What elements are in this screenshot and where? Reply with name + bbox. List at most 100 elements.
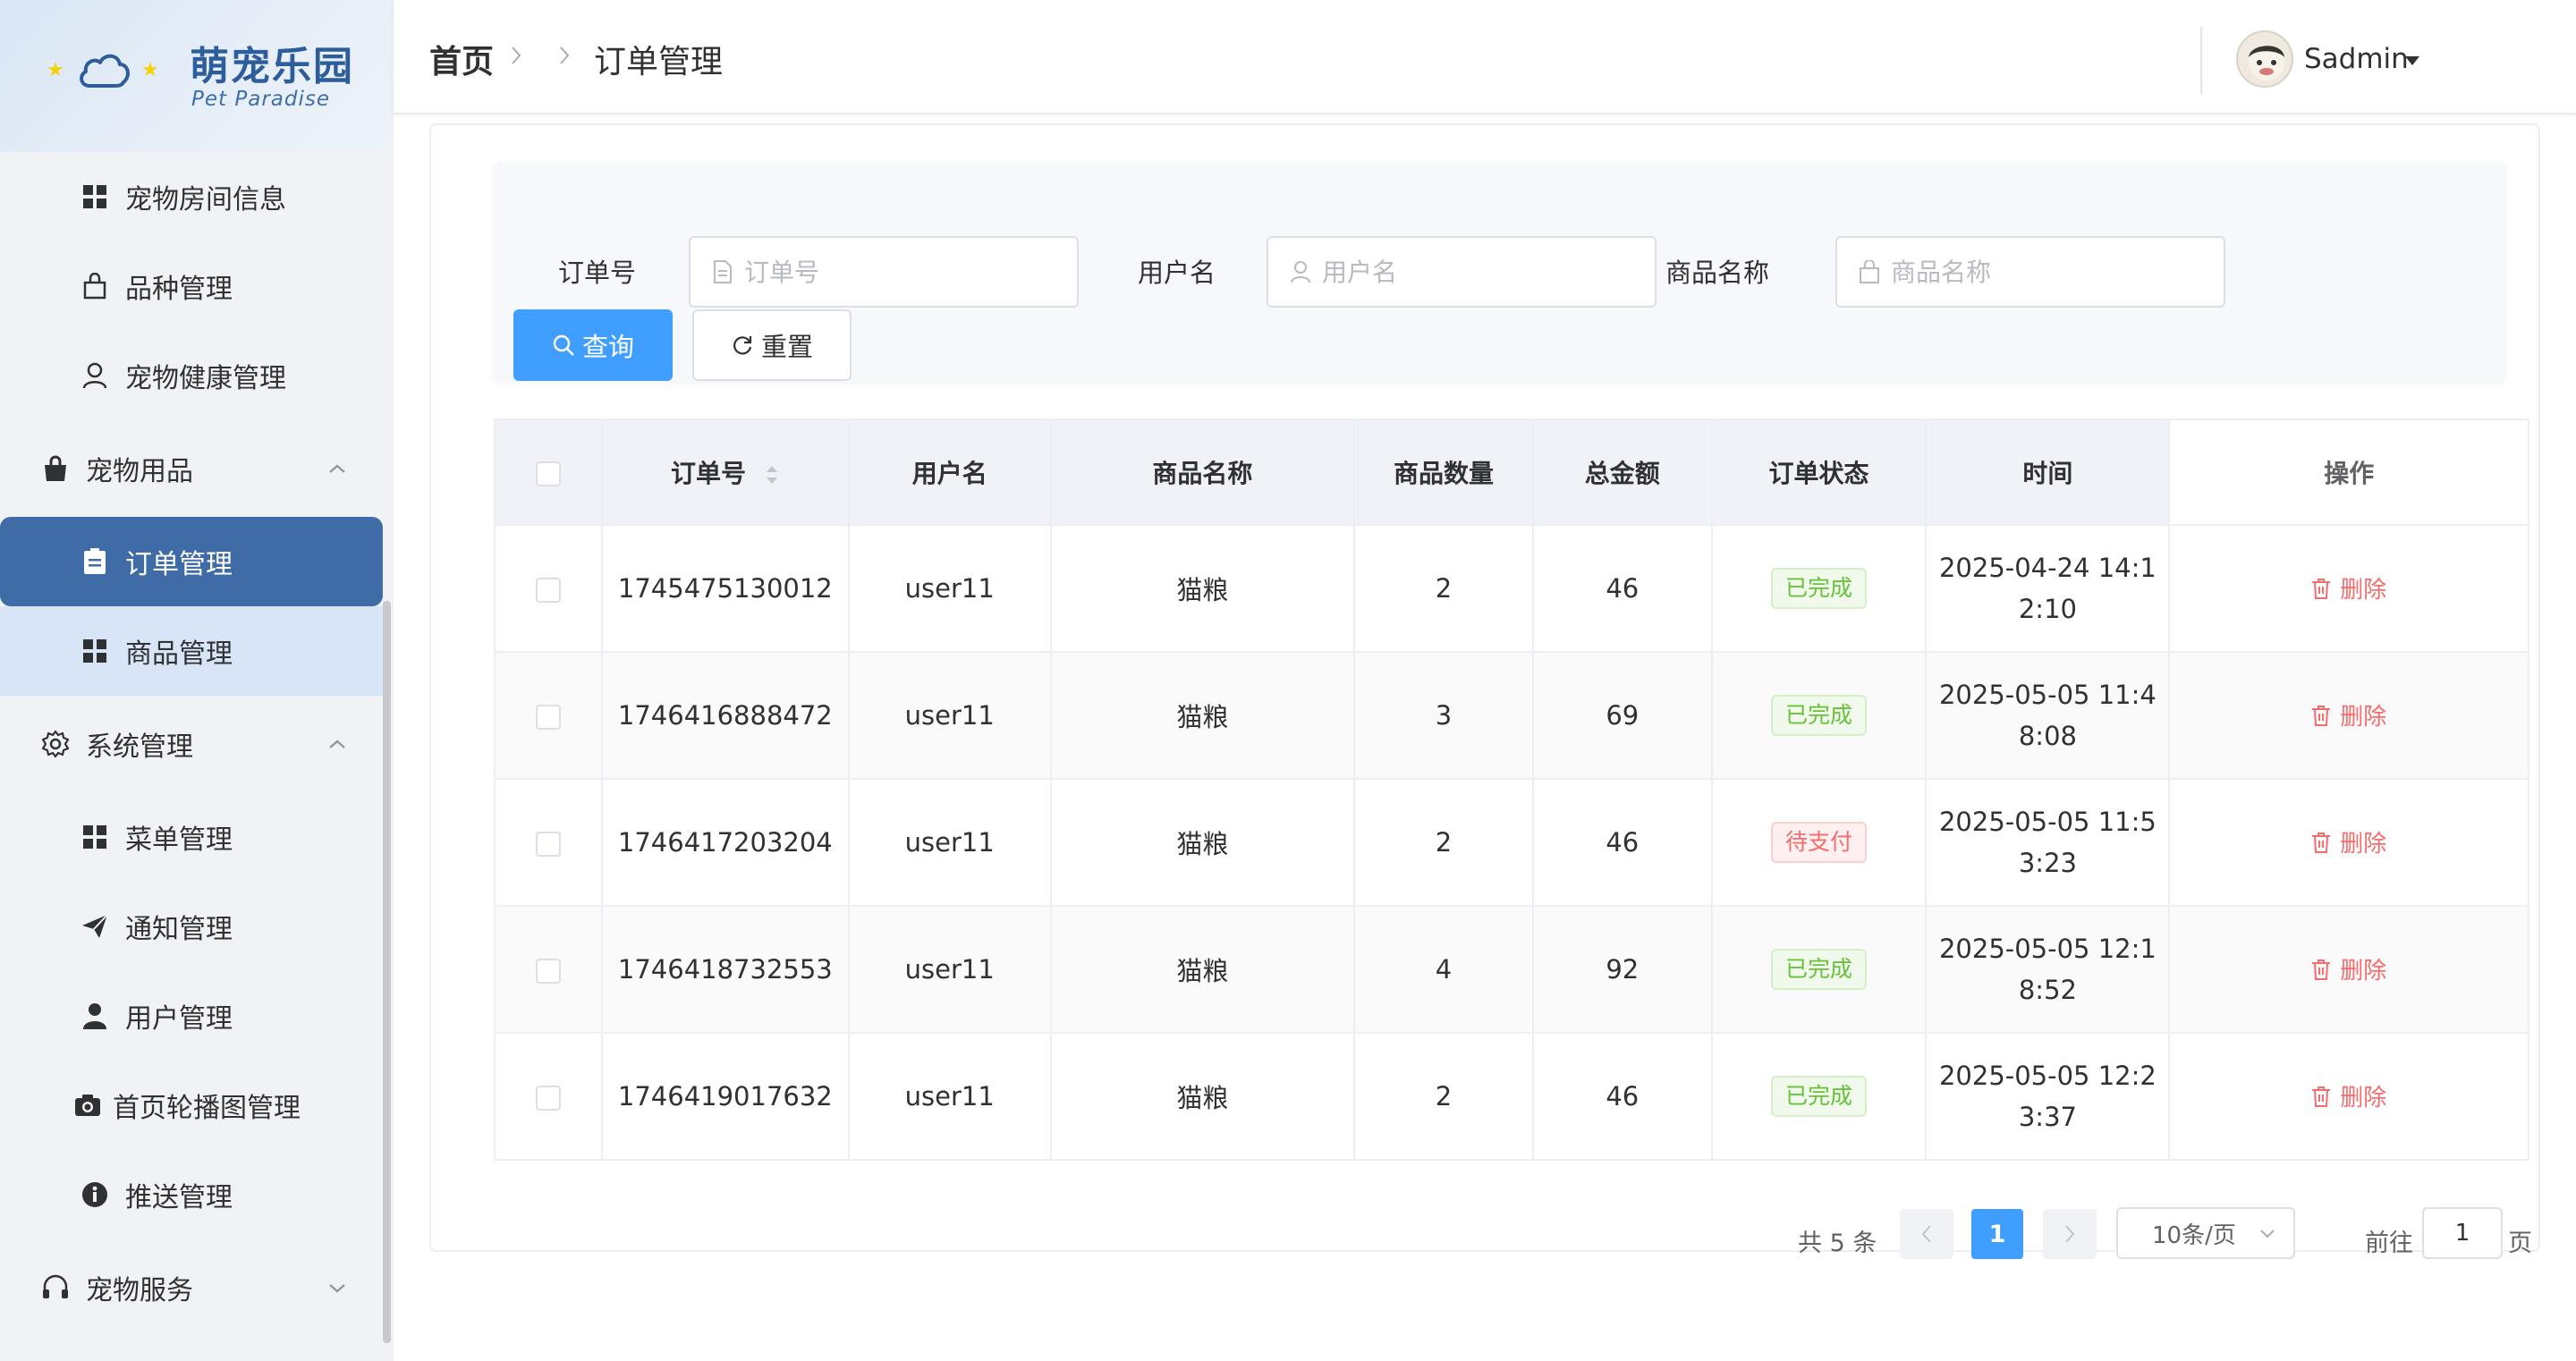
avatar[interactable] [2236,30,2293,88]
sidebar-item-notifications[interactable]: 通知管理 [0,882,383,971]
username-input[interactable] [1322,257,1644,287]
sidebar-group-pet-supplies[interactable]: 宠物用品 [0,420,383,517]
grid-icon [80,182,109,211]
sidebar-group-pet-service[interactable]: 宠物服务 [0,1239,383,1336]
reset-button[interactable]: 重置 [692,309,852,381]
sidebar-group-system[interactable]: 系统管理 [0,696,383,792]
username-field[interactable] [1267,236,1657,308]
table-header-row: 订单号 用户名 商品名称 商品数量 总金额 订单状态 时间 操作 [494,418,2529,526]
row-checkbox[interactable] [535,705,561,730]
quantity-cell: 2 [1353,524,1534,653]
status-badge: 已完成 [1771,1076,1868,1117]
chevron-up-icon [329,740,345,748]
username[interactable]: Sadmin [2304,43,2409,75]
actions-cell: 删除 [2168,778,2529,907]
chevron-left-icon [1921,1225,1931,1243]
shopping-bag-icon [41,454,70,483]
username-cell: user11 [847,651,1052,780]
sidebar: ★ ★ 萌宠乐园 Pet Paradise 宠物房间信息 品种管理 宠物健康管理… [0,0,394,1361]
caret-down-icon[interactable] [2404,55,2420,66]
next-page-button[interactable] [2043,1209,2097,1259]
product-cell: 猫粮 [1049,778,1356,907]
order-no-input[interactable] [744,257,1066,287]
sidebar-item-orders[interactable]: 订单管理 [0,517,383,606]
query-button-label: 查询 [581,332,634,362]
goto-page-input[interactable]: 1 [2422,1207,2503,1259]
sidebar-item-menus[interactable]: 菜单管理 [0,792,383,882]
col-header-time: 时间 [1925,418,2171,526]
sidebar-item-label: 菜单管理 [125,824,233,856]
col-header-product: 商品名称 [1049,418,1356,526]
time-cell: 2025-05-05 11:53:23 [1925,778,2171,907]
trash-icon [2312,959,2331,980]
sort-icon[interactable] [764,462,780,487]
delete-label: 删除 [2340,577,2387,604]
prev-page-button[interactable] [1900,1209,1953,1259]
row-checkbox[interactable] [535,1086,561,1111]
orders-table: 订单号 用户名 商品名称 商品数量 总金额 订单状态 时间 操作 1745475… [494,418,2529,1161]
header-divider [2200,27,2202,95]
status-badge: 已完成 [1771,949,1868,990]
delete-button[interactable]: 删除 [2311,571,2386,604]
col-header-label: 订单号 [670,459,746,488]
sidebar-item-users[interactable]: 用户管理 [0,971,383,1061]
chevron-down-icon [2260,1230,2275,1238]
delete-label: 删除 [2340,958,2387,985]
sidebar-item-pet-health[interactable]: 宠物健康管理 [0,331,383,420]
logo-subtitle: Pet Paradise [191,88,330,111]
table-row: 1746419017632 user11 猫粮 2 46 已完成 2025-05… [494,1032,2529,1161]
table-row: 1746418732553 user11 猫粮 4 92 已完成 2025-05… [494,905,2529,1034]
chevron-right-icon [560,46,570,64]
select-all-checkbox[interactable] [535,461,561,486]
time-text: 2025-05-05 11:48:08 [1938,680,2157,751]
sidebar-menu: 宠物房间信息 品种管理 宠物健康管理 宠物用品 订单管理 商品管理 系统管理 菜… [0,152,383,1336]
delete-button[interactable]: 删除 [2311,698,2386,731]
status-badge: 已完成 [1771,695,1868,736]
sidebar-item-products[interactable]: 商品管理 [0,606,383,696]
trash-icon [2312,578,2331,599]
row-select-cell [494,1032,603,1161]
sidebar-item-pet-room[interactable]: 宠物房间信息 [0,152,383,241]
row-checkbox[interactable] [535,959,561,984]
query-button[interactable]: 查询 [513,309,673,381]
sidebar-item-breed[interactable]: 品种管理 [0,241,383,331]
username-cell: user11 [847,1032,1052,1161]
user-outline-icon [1291,261,1310,283]
delete-button[interactable]: 删除 [2311,952,2386,985]
actions-cell: 删除 [2168,524,2529,653]
logo-title: 萌宠乐园 [190,44,354,89]
table-row: 1745475130012 user11 猫粮 2 46 已完成 2025-04… [494,524,2529,653]
col-header-order-no[interactable]: 订单号 [600,418,850,526]
status-cell: 待支付 [1710,778,1928,907]
bag-icon [80,272,109,300]
product-cell: 猫粮 [1049,1032,1356,1161]
time-cell: 2025-05-05 11:48:08 [1925,651,2171,780]
order-no-field[interactable] [689,236,1079,308]
grid-icon [80,823,109,851]
logo[interactable]: ★ ★ 萌宠乐园 Pet Paradise [0,0,394,152]
time-text: 2025-05-05 12:23:37 [1938,1061,2157,1132]
sidebar-item-push[interactable]: 推送管理 [0,1150,383,1239]
chevron-down-icon [329,1284,345,1293]
sidebar-item-carousel[interactable]: 首页轮播图管理 [0,1061,383,1150]
username-cell: user11 [847,524,1052,653]
time-text: 2025-04-24 14:12:10 [1938,553,2157,624]
time-text: 2025-05-05 11:53:23 [1938,807,2157,878]
page-size-select[interactable]: 10条/页 [2116,1207,2295,1259]
delete-button[interactable]: 删除 [2311,1079,2386,1112]
product-field[interactable] [1835,236,2225,308]
sidebar-scrollbar[interactable] [383,601,391,1343]
row-checkbox[interactable] [535,832,561,857]
delete-button[interactable]: 删除 [2311,825,2386,858]
chevron-up-icon [329,464,345,473]
row-select-cell [494,905,603,1034]
row-checkbox[interactable] [535,578,561,603]
sidebar-group-label: 宠物服务 [86,1275,193,1306]
total-cell: 92 [1531,905,1713,1034]
star-icon: ★ [47,59,64,81]
headset-icon [41,1273,70,1302]
page-number-current[interactable]: 1 [1971,1209,2023,1259]
sidebar-item-label: 用户管理 [125,1003,233,1035]
product-input[interactable] [1891,257,2213,287]
breadcrumb-home[interactable]: 首页 [429,36,494,82]
